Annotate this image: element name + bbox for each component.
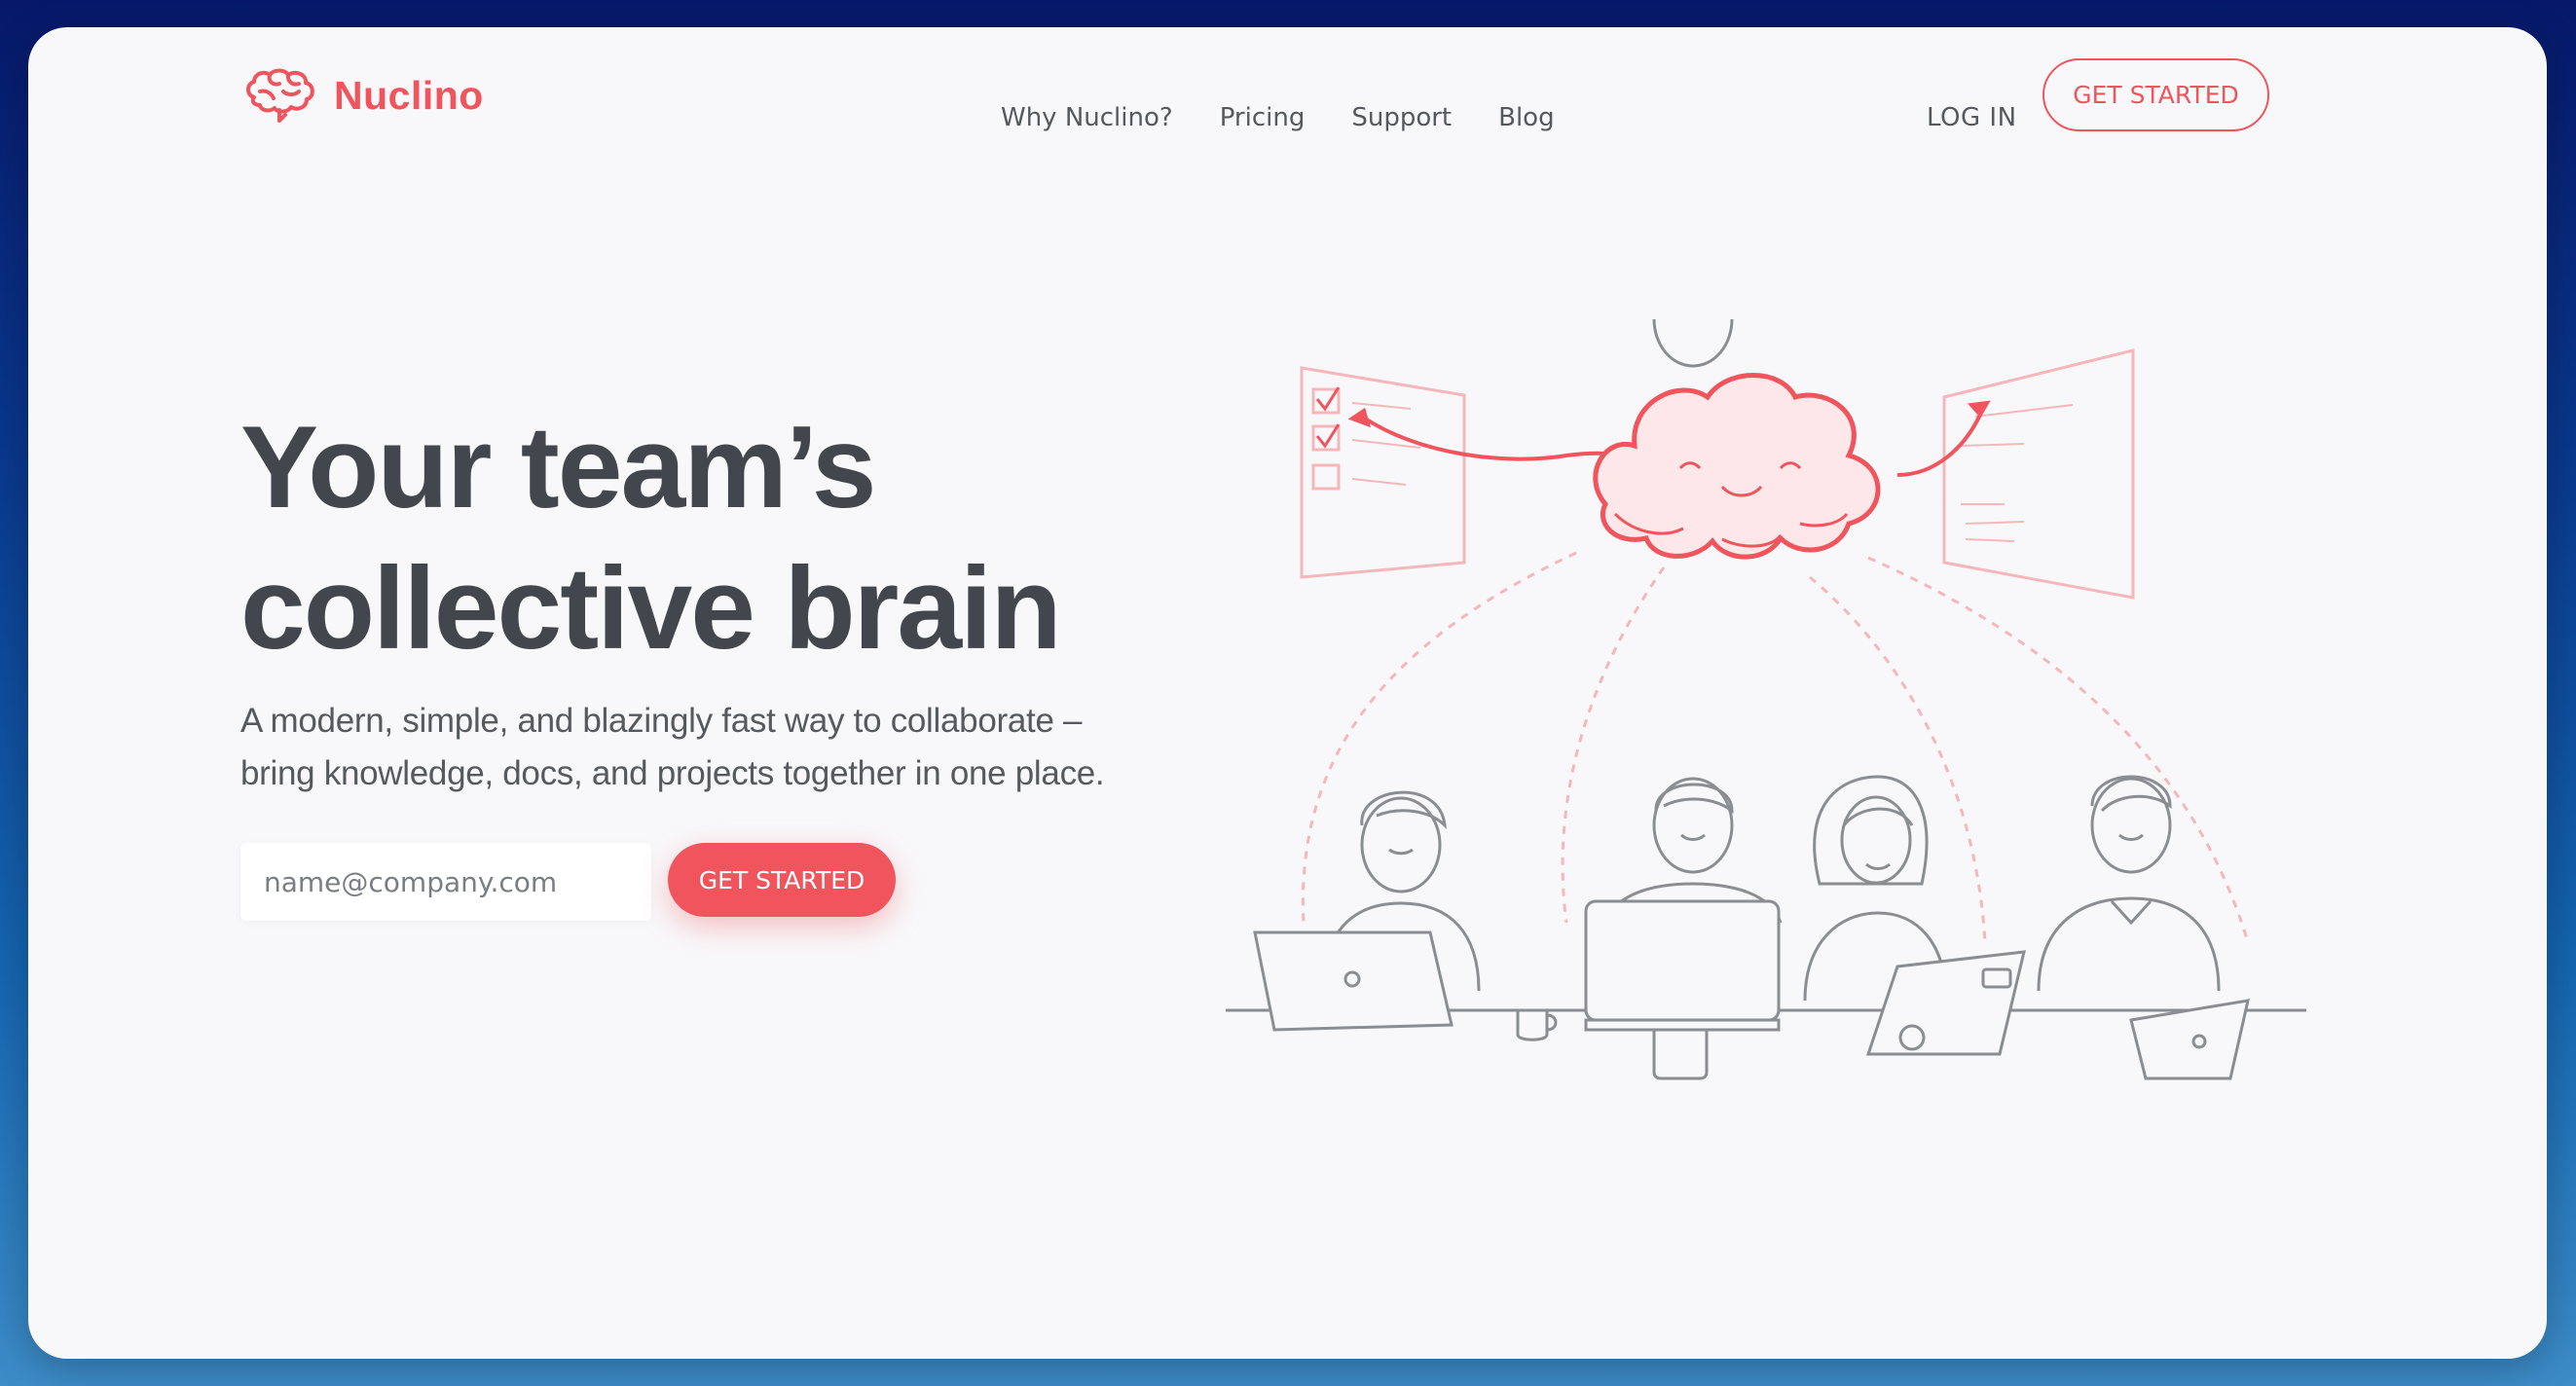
- nav-item-support[interactable]: Support: [1351, 103, 1452, 132]
- header-get-started-button[interactable]: GET STARTED: [2042, 58, 2269, 131]
- hero-subtitle-line-2: bring knowledge, docs, and projects toge…: [240, 754, 1105, 792]
- hero-title-line-1: Your team’s: [240, 402, 877, 532]
- main-nav: Why Nuclino? Pricing Support Blog: [1001, 103, 1555, 132]
- team-cloud-illustration: [1226, 319, 2306, 1080]
- cloud-icon: [1593, 373, 1881, 560]
- brand-name: Nuclino: [334, 72, 484, 118]
- nav-item-blog[interactable]: Blog: [1498, 103, 1554, 132]
- person-4: [2037, 775, 2250, 1080]
- hero-subtitle-line-1: A modern, simple, and blazingly fast way…: [240, 702, 1083, 740]
- person-1: [1253, 790, 1558, 1041]
- nav-item-why-nuclino[interactable]: Why Nuclino?: [1001, 103, 1173, 132]
- email-input[interactable]: [240, 843, 651, 921]
- login-link[interactable]: LOG IN: [1927, 103, 2017, 132]
- hero-get-started-button[interactable]: GET STARTED: [668, 843, 896, 917]
- person-3: [1803, 775, 2026, 1056]
- right-doc-panel: [1942, 348, 2135, 600]
- connection-lines: [1301, 551, 2250, 943]
- hero-subtitle: A modern, simple, and blazingly fast way…: [240, 695, 1175, 800]
- hero-title: Your team’s collective brain: [240, 397, 1214, 679]
- left-doc-panel: [1300, 366, 1466, 579]
- logo[interactable]: Nuclino: [244, 66, 484, 125]
- browser-window: Nuclino Why Nuclino? Pricing Support Blo…: [28, 27, 2547, 1359]
- nav-item-pricing[interactable]: Pricing: [1220, 103, 1306, 132]
- hero-title-line-2: collective brain: [240, 543, 1062, 674]
- brain-icon: [246, 68, 314, 123]
